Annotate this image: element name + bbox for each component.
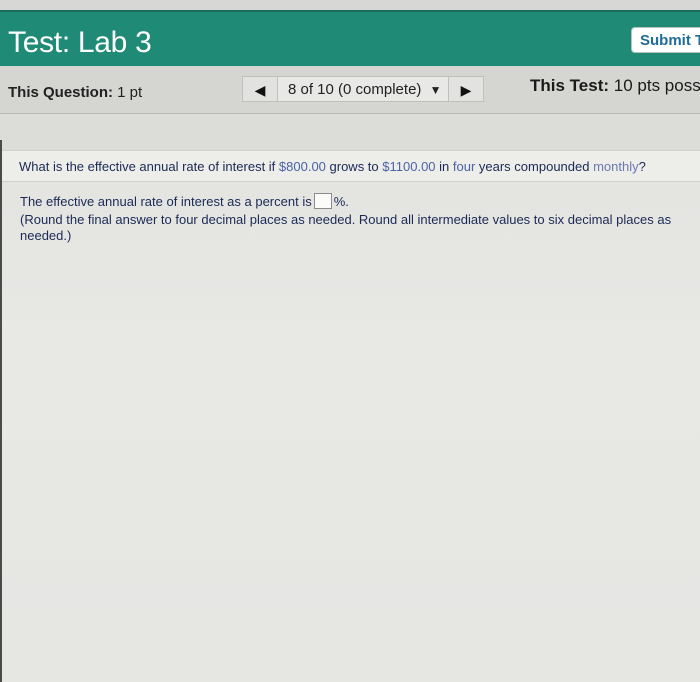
previous-question-button[interactable]: ◀ bbox=[242, 76, 278, 102]
test-title: Test: Lab 3 bbox=[8, 26, 152, 59]
answer-prefix: The effective annual rate of interest as… bbox=[20, 194, 312, 209]
question-prefix: What is the effective annual rate of int… bbox=[19, 159, 279, 174]
compounding-frequency: monthly bbox=[593, 159, 639, 174]
right-triangle-icon: ▶ bbox=[460, 82, 472, 98]
rounding-instructions: (Round the final answer to four decimal … bbox=[20, 212, 672, 243]
test-points-label: This Test: bbox=[530, 76, 610, 95]
left-bezel-edge bbox=[0, 140, 2, 682]
dropdown-triangle-icon: ▼ bbox=[429, 83, 442, 97]
answer-input[interactable] bbox=[313, 193, 332, 210]
left-triangle-icon: ◀ bbox=[254, 82, 266, 98]
question-points-value: 1 pt bbox=[117, 84, 143, 101]
test-points: This Test: 10 pts poss bbox=[530, 76, 700, 96]
test-header: Test: Lab 3 Submit T bbox=[0, 10, 700, 66]
browser-top-strip bbox=[0, 0, 700, 10]
test-points-value: 10 pts poss bbox=[613, 76, 700, 95]
content-top-band bbox=[0, 114, 700, 150]
question-progress-text: 8 of 10 (0 complete) bbox=[288, 81, 422, 98]
future-value-amount: $1100.00 bbox=[382, 159, 436, 174]
question-selector-dropdown[interactable]: 8 of 10 (0 complete) ▼ bbox=[278, 76, 448, 102]
question-points-label: This Question: bbox=[8, 84, 113, 101]
submit-test-button[interactable]: Submit T bbox=[631, 27, 700, 53]
question-points: This Question: 1 pt bbox=[8, 84, 142, 101]
principal-amount: $800.00 bbox=[278, 159, 326, 174]
question-content: What is the effective annual rate of int… bbox=[0, 114, 700, 682]
period-value: four bbox=[452, 159, 476, 174]
question-text: What is the effective annual rate of int… bbox=[19, 159, 646, 174]
question-mid-2: in bbox=[435, 159, 453, 174]
answer-suffix: %. bbox=[333, 194, 349, 209]
question-mid-1: grows to bbox=[325, 159, 383, 174]
answer-line: The effective annual rate of interest as… bbox=[20, 193, 349, 210]
next-question-button[interactable]: ▶ bbox=[448, 76, 484, 102]
question-statement-bar: What is the effective annual rate of int… bbox=[2, 150, 700, 182]
question-suffix: ? bbox=[638, 159, 646, 174]
question-info-bar: This Question: 1 pt ◀ 8 of 10 (0 complet… bbox=[0, 66, 700, 114]
question-mid-3: years compounded bbox=[475, 159, 594, 174]
